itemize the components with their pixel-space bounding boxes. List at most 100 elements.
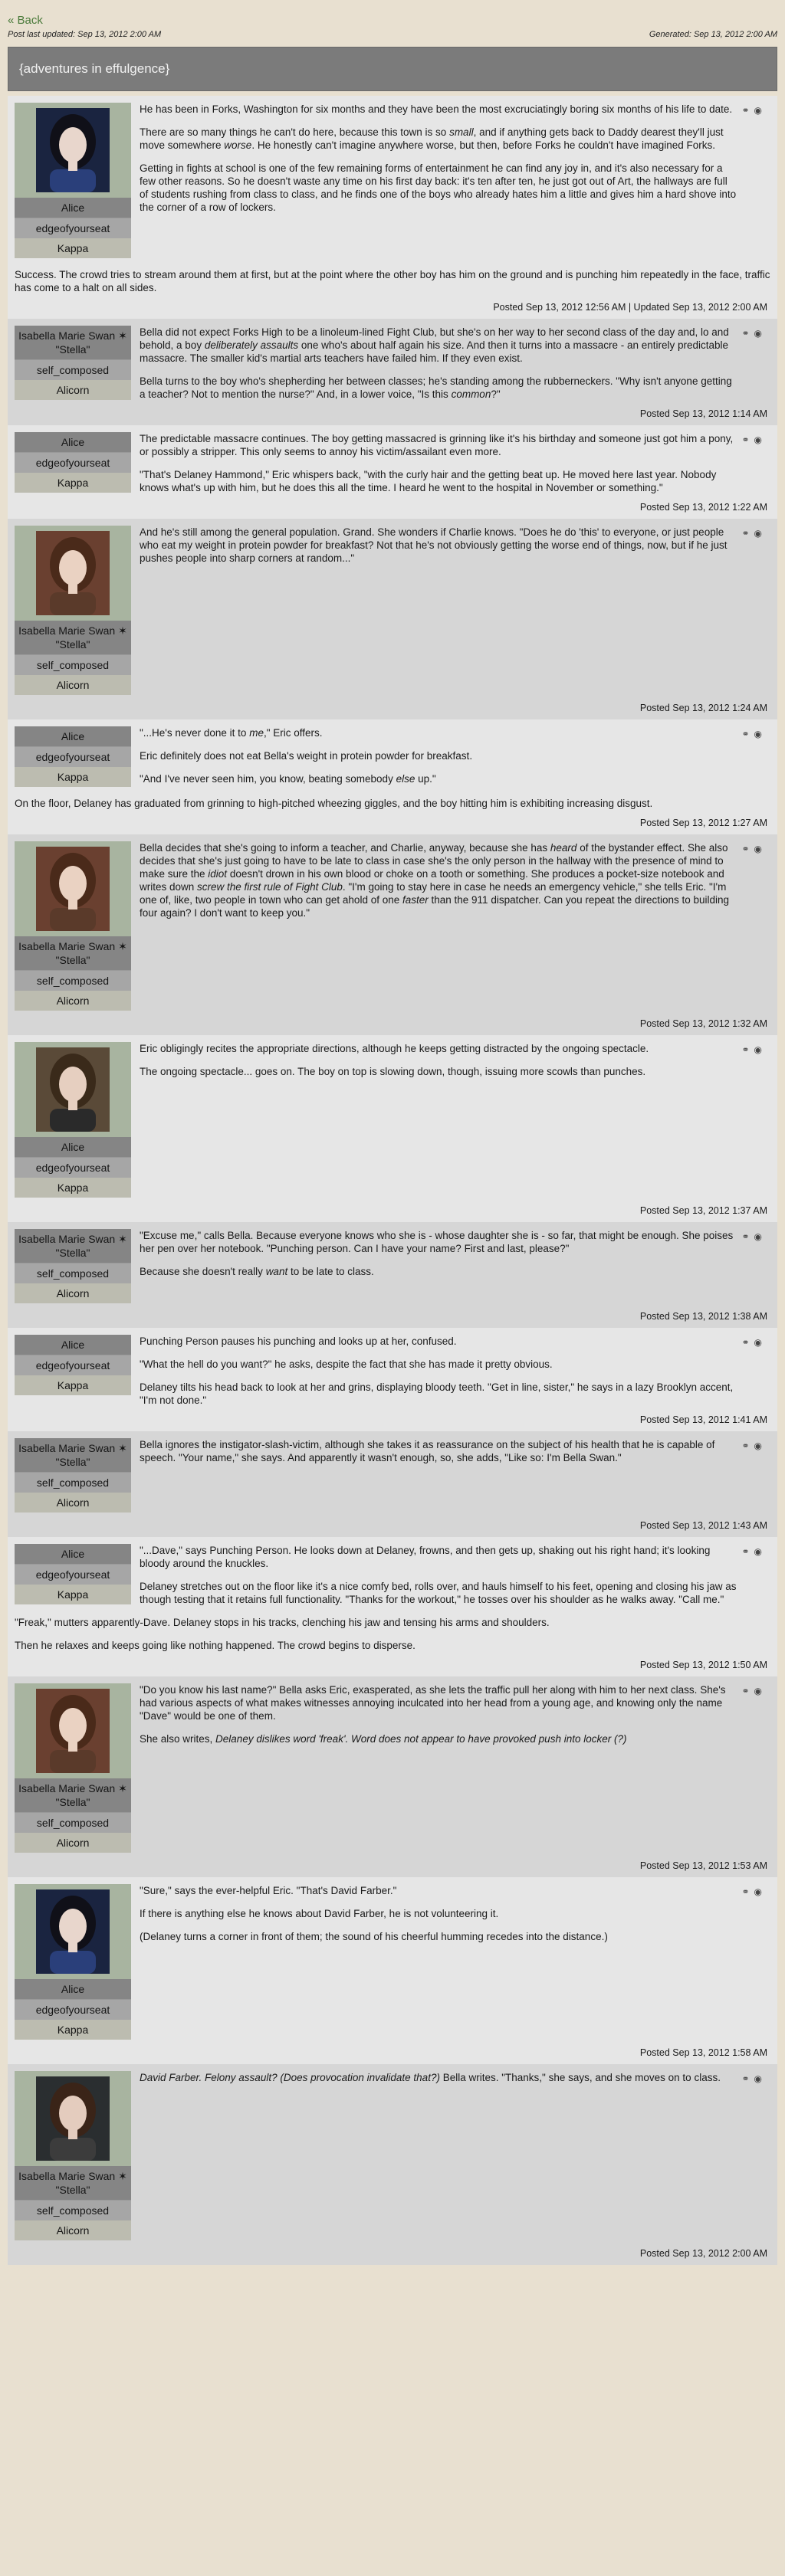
post: Isabella Marie Swan ✶ "Stella" self_compo… bbox=[8, 1676, 777, 1877]
character-name[interactable]: Alice bbox=[15, 1979, 131, 2000]
post-inner: Alice edgeofyourseat Kappa "Sure," says the… bbox=[15, 1884, 770, 2040]
character-name[interactable]: Alice bbox=[15, 432, 131, 453]
view-icon[interactable]: ◉ bbox=[754, 434, 767, 445]
post-inner: Alice edgeofyourseat Kappa Punching Person … bbox=[15, 1335, 770, 1407]
avatar bbox=[15, 526, 131, 621]
character-card: Alice edgeofyourseat Kappa bbox=[15, 1544, 131, 1604]
view-icon[interactable]: ◉ bbox=[754, 1886, 767, 1897]
author-name[interactable]: Kappa bbox=[15, 1375, 131, 1395]
view-icon[interactable]: ◉ bbox=[754, 105, 767, 116]
post-actions: ⚭◉ bbox=[741, 434, 767, 445]
post-actions: ⚭◉ bbox=[741, 1546, 767, 1557]
post-inner: Isabella Marie Swan ✶ "Stella" self_compo… bbox=[15, 2071, 770, 2240]
screenname[interactable]: self_composed bbox=[15, 360, 131, 380]
screenname[interactable]: edgeofyourseat bbox=[15, 747, 131, 767]
post-timestamp: Posted Sep 13, 2012 1:58 AM bbox=[639, 2047, 767, 2058]
character-name[interactable]: Alice bbox=[15, 726, 131, 747]
view-icon[interactable]: ◉ bbox=[754, 844, 767, 854]
character-name[interactable]: Alice bbox=[15, 198, 131, 218]
character-name[interactable]: Alice bbox=[15, 1544, 131, 1565]
permalink-icon[interactable]: ⚭ bbox=[741, 1546, 754, 1557]
view-icon[interactable]: ◉ bbox=[754, 1546, 767, 1557]
post-body: "Sure," says the ever-helpful Eric. "Tha… bbox=[140, 1884, 770, 1943]
view-icon[interactable]: ◉ bbox=[754, 1337, 767, 1348]
screenname[interactable]: edgeofyourseat bbox=[15, 218, 131, 238]
permalink-icon[interactable]: ⚭ bbox=[741, 105, 754, 116]
post-body: "...He's never done it to me," Eric offe… bbox=[140, 726, 770, 785]
author-name[interactable]: Alicorn bbox=[15, 1493, 131, 1512]
author-name[interactable]: Alicorn bbox=[15, 991, 131, 1011]
permalink-icon[interactable]: ⚭ bbox=[741, 328, 754, 339]
post-body: Bella decides that she's going to inform… bbox=[140, 841, 770, 919]
screenname[interactable]: edgeofyourseat bbox=[15, 1158, 131, 1178]
author-name[interactable]: Kappa bbox=[15, 473, 131, 493]
post-inner: Isabella Marie Swan ✶ "Stella" self_compo… bbox=[15, 841, 770, 1011]
author-name[interactable]: Alicorn bbox=[15, 675, 131, 695]
post-inner: Alice edgeofyourseat Kappa Eric obligingly … bbox=[15, 1042, 770, 1198]
back-link[interactable]: « Back bbox=[8, 14, 43, 27]
author-name[interactable]: Alicorn bbox=[15, 1833, 131, 1853]
permalink-icon[interactable]: ⚭ bbox=[741, 528, 754, 539]
author-name[interactable]: Alicorn bbox=[15, 2220, 131, 2240]
permalink-icon[interactable]: ⚭ bbox=[741, 1440, 754, 1451]
permalink-icon[interactable]: ⚭ bbox=[741, 434, 754, 445]
character-name[interactable]: Isabella Marie Swan ✶ "Stella" bbox=[15, 1438, 131, 1473]
view-icon[interactable]: ◉ bbox=[754, 729, 767, 739]
permalink-icon[interactable]: ⚭ bbox=[741, 1231, 754, 1242]
post-body: Punching Person pauses his punching and … bbox=[140, 1335, 770, 1407]
screenname[interactable]: self_composed bbox=[15, 1473, 131, 1493]
author-name[interactable]: Alicorn bbox=[15, 1283, 131, 1303]
screenname[interactable]: self_composed bbox=[15, 655, 131, 675]
view-icon[interactable]: ◉ bbox=[754, 2073, 767, 2084]
last-updated: Post last updated: Sep 13, 2012 2:00 AM bbox=[8, 30, 162, 39]
permalink-icon[interactable]: ⚭ bbox=[741, 1044, 754, 1055]
permalink-icon[interactable]: ⚭ bbox=[741, 2073, 754, 2084]
view-icon[interactable]: ◉ bbox=[754, 328, 767, 339]
post: Alice edgeofyourseat Kappa Punching Person … bbox=[8, 1328, 777, 1431]
character-name[interactable]: Isabella Marie Swan ✶ "Stella" bbox=[15, 326, 131, 360]
character-name[interactable]: Isabella Marie Swan ✶ "Stella" bbox=[15, 1229, 131, 1263]
screenname[interactable]: self_composed bbox=[15, 1813, 131, 1833]
character-name[interactable]: Alice bbox=[15, 1335, 131, 1355]
post: Alice edgeofyourseat Kappa "...Dave," says … bbox=[8, 1537, 777, 1676]
post-paragraph: There are so many things he can't do her… bbox=[140, 126, 724, 151]
author-name[interactable]: Kappa bbox=[15, 2020, 131, 2040]
permalink-icon[interactable]: ⚭ bbox=[741, 729, 754, 739]
screenname[interactable]: edgeofyourseat bbox=[15, 2000, 131, 2020]
author-name[interactable]: Alicorn bbox=[15, 380, 131, 400]
permalink-icon[interactable]: ⚭ bbox=[741, 1886, 754, 1897]
character-name[interactable]: Isabella Marie Swan ✶ "Stella" bbox=[15, 621, 131, 655]
post-paragraph: Eric definitely does not eat Bella's wei… bbox=[140, 750, 473, 762]
author-name[interactable]: Kappa bbox=[15, 1178, 131, 1198]
screenname[interactable]: self_composed bbox=[15, 971, 131, 991]
character-name[interactable]: Isabella Marie Swan ✶ "Stella" bbox=[15, 1778, 131, 1813]
post-paragraph: Eric obligingly recites the appropriate … bbox=[140, 1043, 649, 1054]
author-name[interactable]: Kappa bbox=[15, 238, 131, 258]
post-actions: ⚭◉ bbox=[741, 844, 767, 854]
post-body: Bella ignores the instigator-slash-victi… bbox=[140, 1438, 770, 1464]
author-name[interactable]: Kappa bbox=[15, 1585, 131, 1604]
post-paragraph: (Delaney turns a corner in front of them… bbox=[140, 1931, 608, 1942]
screenname[interactable]: self_composed bbox=[15, 1263, 131, 1283]
view-icon[interactable]: ◉ bbox=[754, 1686, 767, 1696]
character-name[interactable]: Alice bbox=[15, 1137, 131, 1158]
screenname[interactable]: edgeofyourseat bbox=[15, 453, 131, 473]
character-card: Isabella Marie Swan ✶ "Stella" self_compo… bbox=[15, 841, 131, 1011]
page: « Back Post last updated: Sep 13, 2012 2… bbox=[8, 0, 777, 2265]
view-icon[interactable]: ◉ bbox=[754, 1044, 767, 1055]
permalink-icon[interactable]: ⚭ bbox=[741, 1686, 754, 1696]
character-name[interactable]: Isabella Marie Swan ✶ "Stella" bbox=[15, 936, 131, 971]
permalink-icon[interactable]: ⚭ bbox=[741, 1337, 754, 1348]
screenname[interactable]: edgeofyourseat bbox=[15, 1355, 131, 1375]
post-actions: ⚭◉ bbox=[741, 729, 767, 739]
screenname[interactable]: edgeofyourseat bbox=[15, 1565, 131, 1585]
permalink-icon[interactable]: ⚭ bbox=[741, 844, 754, 854]
view-icon[interactable]: ◉ bbox=[754, 1231, 767, 1242]
view-icon[interactable]: ◉ bbox=[754, 528, 767, 539]
screenname[interactable]: self_composed bbox=[15, 2201, 131, 2220]
view-icon[interactable]: ◉ bbox=[754, 1440, 767, 1451]
author-name[interactable]: Kappa bbox=[15, 767, 131, 787]
character-name[interactable]: Isabella Marie Swan ✶ "Stella" bbox=[15, 2166, 131, 2201]
post-body: The predictable massacre continues. The … bbox=[140, 432, 770, 494]
post-paragraph: "And I've never seen him, you know, beat… bbox=[140, 773, 436, 785]
